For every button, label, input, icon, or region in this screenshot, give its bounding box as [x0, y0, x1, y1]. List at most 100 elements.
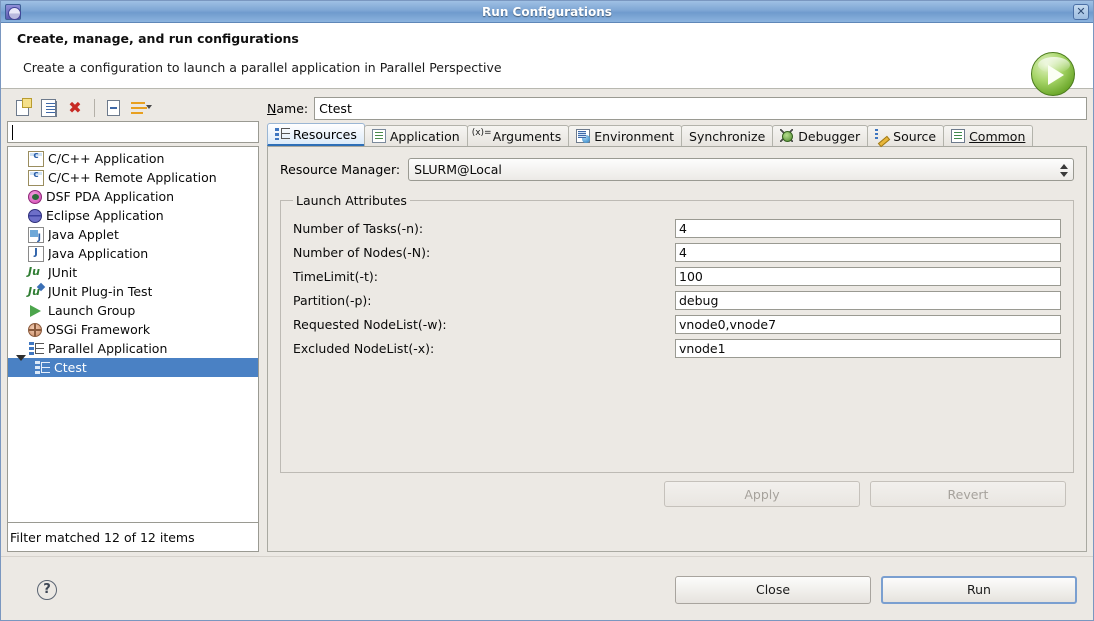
tab-application[interactable]: Application: [363, 125, 468, 146]
tree-item-label: Launch Group: [48, 303, 136, 318]
collapse-all-icon: [107, 98, 125, 116]
tree-item-ctest[interactable]: Ctest: [8, 358, 258, 377]
tree-item-c-cpp-application[interactable]: C/C++ Application: [8, 149, 258, 168]
duplicate-document-icon: [41, 99, 57, 117]
chevron-updown-icon[interactable]: [1058, 161, 1069, 180]
banner-subtitle: Create a configuration to launch a paral…: [23, 60, 502, 75]
close-button[interactable]: Close: [675, 575, 871, 604]
dsf-pda-icon: [28, 190, 42, 204]
parallel-application-icon: [34, 360, 50, 376]
debugger-bug-icon: [780, 129, 794, 143]
tree-item-c-cpp-remote-application[interactable]: C/C++ Remote Application: [8, 168, 258, 187]
tree-item-label: Eclipse Application: [46, 208, 164, 223]
resource-manager-select[interactable]: SLURM@Local: [408, 157, 1074, 181]
tab-label: Debugger: [798, 128, 861, 144]
eclipse-application-icon: [28, 209, 42, 223]
java-applet-icon: [28, 226, 44, 243]
tab-label: Common: [969, 128, 1026, 144]
tab-environment[interactable]: Environment: [568, 125, 683, 146]
tab-source[interactable]: Source: [867, 125, 945, 146]
filter-input[interactable]: [7, 121, 259, 143]
resources-tab-panel: Resource Manager: SLURM@Local Launch Att…: [267, 147, 1087, 552]
apply-revert-row: Apply Revert: [280, 473, 1074, 515]
osgi-framework-icon: [28, 323, 42, 337]
dialog-banner: Create, manage, and run configurations C…: [1, 23, 1093, 96]
tree-item-dsf-pda-application[interactable]: DSF PDA Application: [8, 187, 258, 206]
tab-synchronize[interactable]: Synchronize: [681, 125, 774, 146]
attribute-label: Excluded NodeList(-x):: [293, 340, 435, 356]
tab-label: Environment: [594, 128, 675, 144]
requested-nodelist-input[interactable]: vnode0,vnode7: [675, 314, 1061, 334]
apply-button-label: Apply: [744, 486, 780, 502]
tree-toolbar: ✖: [7, 95, 259, 121]
new-launch-configuration-button[interactable]: [11, 97, 35, 119]
tree-item-label: JUnit: [48, 265, 78, 280]
dialog-footer: ? Close Run: [1, 556, 1093, 621]
duplicate-launch-configuration-button[interactable]: [37, 97, 61, 119]
tree-item-java-application[interactable]: Java Application: [8, 244, 258, 263]
revert-button[interactable]: Revert: [870, 481, 1066, 507]
run-play-icon: [1031, 52, 1075, 96]
attribute-row-excluded-nodelist: Excluded NodeList(-x): vnode1: [293, 338, 1061, 358]
run-button[interactable]: Run: [881, 575, 1077, 604]
tree-item-eclipse-application[interactable]: Eclipse Application: [8, 206, 258, 225]
help-question-icon[interactable]: ?: [37, 579, 57, 600]
tree-filter-status: Filter matched 12 of 12 items: [7, 522, 259, 552]
launch-config-tree[interactable]: C/C++ Application C/C++ Remote Applicati…: [7, 146, 259, 522]
attribute-row-timelimit: TimeLimit(-t): 100: [293, 266, 1061, 286]
tab-debugger[interactable]: Debugger: [772, 125, 869, 146]
junit-icon: [28, 265, 44, 281]
partition-input[interactable]: debug: [675, 290, 1061, 310]
close-icon[interactable]: ✕: [1073, 4, 1089, 20]
configuration-tabs: Resources Application Arguments Environm…: [267, 123, 1087, 147]
attribute-row-number-of-nodes: Number of Nodes(-N): 4: [293, 242, 1061, 262]
collapse-all-button[interactable]: [102, 97, 126, 119]
name-input[interactable]: Ctest: [314, 96, 1087, 120]
tab-label: Application: [389, 128, 460, 144]
tree-item-label: Ctest: [54, 360, 87, 375]
chevron-down-icon[interactable]: [146, 105, 152, 109]
launch-attributes-group: Launch Attributes Number of Tasks(-n): 4…: [280, 193, 1074, 473]
run-button-label: Run: [967, 582, 991, 597]
toolbar-separator: [94, 99, 95, 117]
tab-arguments[interactable]: Arguments: [466, 125, 570, 146]
tab-label: Synchronize: [689, 128, 766, 144]
cpp-remote-application-icon: [28, 169, 44, 186]
number-of-nodes-input[interactable]: 4: [675, 242, 1061, 262]
tree-item-label: Java Applet: [48, 227, 119, 242]
tab-label: Resources: [293, 126, 357, 142]
tree-item-label: OSGi Framework: [46, 322, 151, 337]
tree-item-junit-plug-in-test[interactable]: JUnit Plug-in Test: [8, 282, 258, 301]
tree-item-osgi-framework[interactable]: OSGi Framework: [8, 320, 258, 339]
launch-config-tree-panel: ✖ C/C++ Application: [7, 95, 259, 552]
timelimit-input[interactable]: 100: [675, 266, 1061, 286]
tab-resources[interactable]: Resources: [267, 123, 365, 146]
tree-item-label: Java Application: [48, 246, 149, 261]
attribute-label: Partition(-p):: [293, 292, 372, 308]
tree-item-launch-group[interactable]: Launch Group: [8, 301, 258, 320]
new-document-icon: [16, 98, 32, 116]
attribute-label: Number of Nodes(-N):: [293, 244, 431, 260]
name-row: Name: Ctest: [267, 95, 1087, 121]
tree-item-junit[interactable]: JUnit: [8, 263, 258, 282]
banner-title: Create, manage, and run configurations: [17, 31, 299, 46]
delete-red-x-icon: ✖: [68, 98, 82, 117]
tab-common[interactable]: Common: [943, 125, 1034, 146]
application-doc-icon: [371, 129, 386, 143]
tree-item-parallel-application[interactable]: Parallel Application: [8, 339, 258, 361]
tree-filter-status-text: Filter matched 12 of 12 items: [10, 529, 195, 545]
tree-item-label: C/C++ Application: [48, 151, 165, 166]
arguments-icon: [472, 128, 492, 143]
tree-item-java-applet[interactable]: Java Applet: [8, 225, 258, 244]
common-icon: [951, 129, 966, 143]
tree-item-label: JUnit Plug-in Test: [48, 284, 153, 299]
excluded-nodelist-input[interactable]: vnode1: [675, 338, 1061, 358]
environment-icon: [576, 129, 591, 143]
revert-button-label: Revert: [947, 486, 989, 502]
delete-launch-configuration-button[interactable]: ✖: [63, 97, 87, 119]
tree-item-label: C/C++ Remote Application: [48, 170, 217, 185]
apply-button[interactable]: Apply: [664, 481, 860, 507]
number-of-tasks-input[interactable]: 4: [675, 218, 1061, 238]
filter-launch-configurations-button[interactable]: [128, 97, 152, 119]
run-configurations-dialog: Run Configurations ✕ Create, manage, and…: [0, 0, 1094, 621]
